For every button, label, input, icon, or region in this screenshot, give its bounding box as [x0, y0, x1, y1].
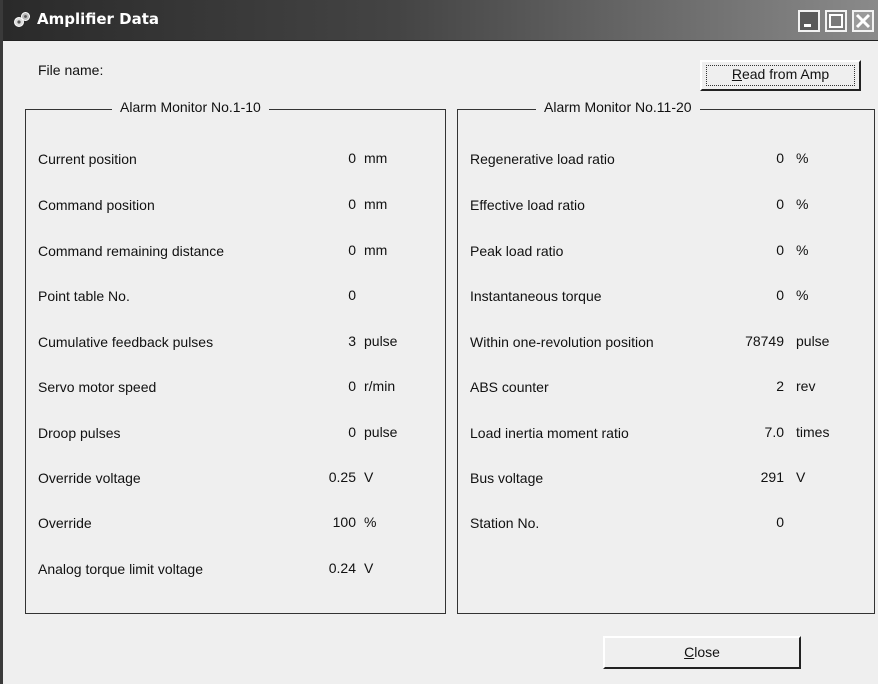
monitor-label: Station No. — [470, 515, 540, 531]
monitor-value: 78749 — [745, 333, 784, 349]
group-title: Alarm Monitor No.11-20 — [536, 99, 700, 115]
monitor-value: 0 — [348, 424, 356, 440]
monitor-value: 2 — [776, 378, 784, 394]
monitor-row: ABS counter 2 rev — [458, 378, 874, 414]
monitor-label: Peak load ratio — [470, 243, 564, 259]
monitor-row: Override 100% — [26, 514, 445, 550]
monitor-value: 0 — [348, 196, 356, 212]
monitor-unit: pulse — [364, 333, 398, 349]
monitor-value: 7.0 — [764, 424, 784, 440]
monitor-value: 0 — [776, 242, 784, 258]
monitor-unit: rev — [796, 378, 816, 394]
close-icon — [855, 13, 871, 29]
monitor-label: Load inertia moment ratio — [470, 425, 629, 441]
monitor-row: Bus voltage 291 V — [458, 469, 874, 505]
close-mnemonic: C — [684, 644, 695, 660]
monitor-label: Point table No. — [38, 288, 130, 304]
monitor-label: Servo motor speed — [38, 379, 157, 395]
monitor-row: Instantaneous torque 0% — [458, 287, 874, 323]
monitor-label: ABS counter — [470, 379, 549, 395]
monitor-unit: mm — [364, 150, 388, 166]
monitor-row: Override voltage 0.25 V — [26, 469, 445, 505]
monitor-label: Droop pulses — [38, 425, 121, 441]
monitor-row: Effective load ratio 0% — [458, 196, 874, 232]
monitor-unit: % — [796, 196, 809, 212]
monitor-value: 3 — [348, 333, 356, 349]
close-button[interactable]: Close — [603, 636, 801, 669]
close-label-rest: lose — [694, 644, 720, 660]
monitor-row: Servo motor speed 0 r/min — [26, 378, 445, 414]
monitor-unit: % — [364, 514, 377, 530]
monitor-label: Current position — [38, 151, 137, 167]
monitor-unit: mm — [364, 196, 388, 212]
monitor-row: Droop pulses 0 pulse — [26, 424, 445, 460]
monitor-row: Cumulative feedback pulses 3 pulse — [26, 333, 445, 369]
monitor-unit: V — [364, 469, 374, 485]
maximize-icon — [829, 14, 843, 28]
monitor-value: 291 — [760, 469, 784, 485]
monitor-label: Command remaining distance — [38, 243, 224, 259]
monitor-unit: mm — [364, 242, 388, 258]
monitor-label: Effective load ratio — [470, 197, 585, 213]
window-title: Amplifier Data — [37, 10, 160, 28]
monitor-label: Regenerative load ratio — [470, 151, 615, 167]
monitor-row: Station No. 0 — [458, 514, 874, 550]
monitor-value: 0 — [776, 514, 784, 530]
monitor-label: Override voltage — [38, 470, 141, 486]
monitor-value: 0 — [776, 150, 784, 166]
focus-rect — [706, 65, 855, 86]
file-name-label: File name: — [38, 62, 104, 78]
monitor-row: Regenerative load ratio 0% — [458, 150, 874, 186]
maximize-button[interactable] — [825, 10, 847, 32]
monitor-value: 100 — [332, 514, 356, 530]
monitor-row: Point table No. 0 — [26, 287, 445, 323]
monitor-label: Within one-revolution position — [470, 334, 654, 350]
monitor-unit: pulse — [364, 424, 398, 440]
monitor-row: Load inertia moment ratio 7.0 times — [458, 424, 874, 460]
title-bar[interactable]: Amplifier Data — [3, 0, 878, 41]
monitor-unit: pulse — [796, 333, 830, 349]
monitor-value: 0 — [348, 242, 356, 258]
monitor-label: Command position — [38, 197, 155, 213]
monitor-unit: r/min — [364, 378, 396, 394]
close-window-button[interactable] — [852, 10, 874, 32]
amplifier-data-window: Amplifier Data File name: Read from Amp … — [0, 0, 878, 684]
minimize-button[interactable] — [798, 10, 820, 32]
monitor-unit: times — [796, 424, 830, 440]
monitor-unit: % — [796, 242, 809, 258]
monitor-unit: V — [796, 469, 806, 485]
amplifier-app-icon — [13, 11, 31, 29]
alarm-monitor-group-11-20: Alarm Monitor No.11-20 Regenerative load… — [457, 99, 875, 614]
monitor-row: Analog torque limit voltage 0.24 V — [26, 560, 445, 596]
monitor-unit: V — [364, 560, 374, 576]
monitor-row: Current position 0 mm — [26, 150, 445, 186]
read-from-amp-button[interactable]: Read from Amp — [700, 60, 861, 91]
monitor-value: 0.25 — [328, 469, 356, 485]
monitor-value: 0 — [348, 378, 356, 394]
monitor-value: 0 — [776, 196, 784, 212]
monitor-label: Cumulative feedback pulses — [38, 334, 214, 350]
monitor-value: 0 — [348, 150, 356, 166]
group-title: Alarm Monitor No.1-10 — [112, 99, 269, 115]
monitor-row: Within one-revolution position 78749 pulse — [458, 333, 874, 369]
monitor-value: 0 — [348, 287, 356, 303]
monitor-label: Instantaneous torque — [470, 288, 602, 304]
monitor-row: Peak load ratio 0% — [458, 242, 874, 278]
monitor-unit: % — [796, 287, 809, 303]
monitor-row: Command position 0 mm — [26, 196, 445, 232]
monitor-label: Analog torque limit voltage — [38, 561, 203, 577]
alarm-monitor-group-1-10: Alarm Monitor No.1-10 Current position 0 m… — [25, 99, 446, 614]
monitor-value: 0.24 — [328, 560, 356, 576]
monitor-label: Bus voltage — [470, 470, 544, 486]
monitor-row: Command remaining distance 0 mm — [26, 242, 445, 278]
monitor-unit: % — [796, 150, 809, 166]
minimize-icon — [804, 24, 811, 27]
monitor-label: Override — [38, 515, 92, 531]
monitor-value: 0 — [776, 287, 784, 303]
